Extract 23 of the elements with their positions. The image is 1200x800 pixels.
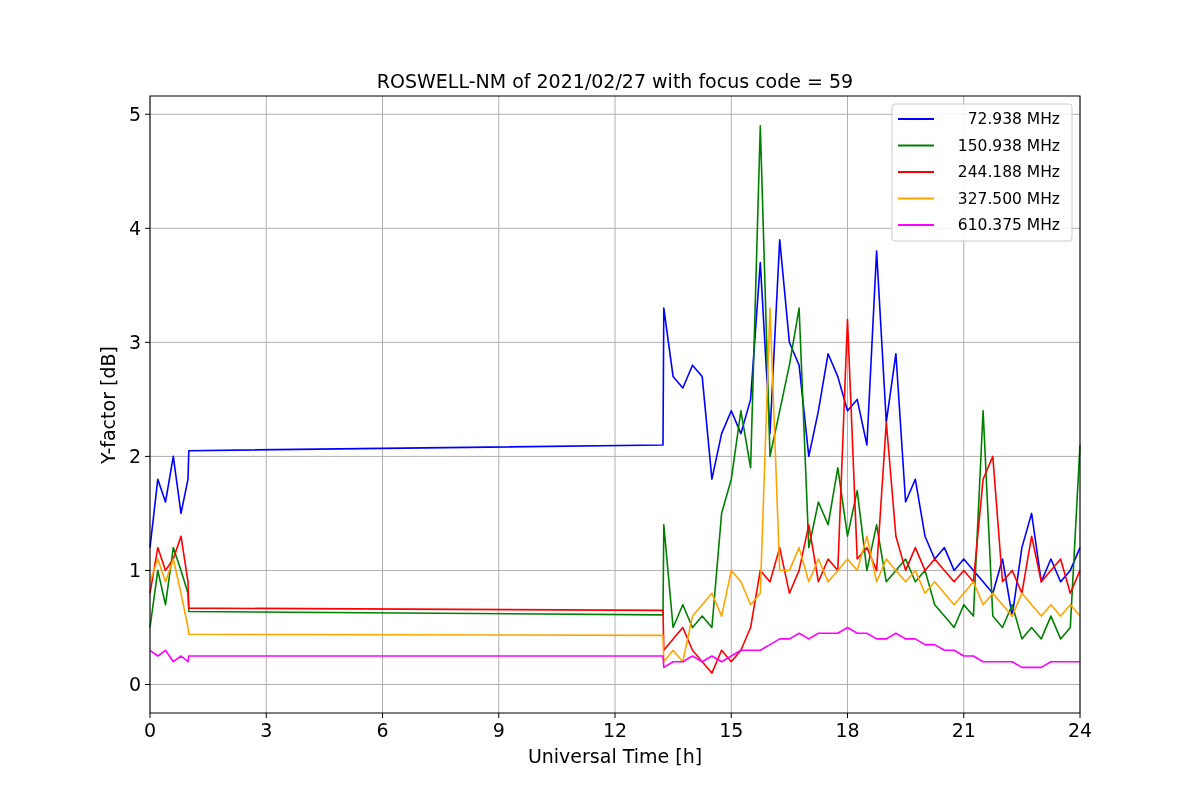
legend-label: 150.938 MHz [957,136,1060,155]
y-tick-label: 2 [128,445,141,468]
x-tick-label: 18 [835,719,860,741]
x-tick-label: 12 [602,719,628,741]
legend-label: 327.500 MHz [957,189,1060,208]
x-tick-label: 3 [260,719,273,741]
x-axis-label: Universal Time [h] [527,745,703,767]
x-tick-label: 15 [719,719,744,741]
x-tick-label: 6 [376,719,389,741]
legend-label: 244.188 MHz [957,163,1060,181]
y-tick-label: 5 [128,103,141,126]
x-tick-label: 0 [143,719,157,741]
x-tick-label: 24 [1067,719,1093,741]
legend-label: 72.938 MHz [967,110,1060,128]
y-tick-label: 3 [128,331,141,354]
y-tick-label: 1 [128,559,141,582]
y-tick-label: 0 [128,673,141,696]
y-axis-label: Y-factor [dB] [97,346,119,464]
x-tick-label: 9 [492,719,505,741]
chart-title: ROSWELL-NM of 2021/02/27 with focus code = 59 [376,70,854,92]
y-tick-label: 4 [128,217,141,240]
legend-label: 610.375 MHz [957,216,1060,234]
x-tick-label: 21 [951,719,976,741]
